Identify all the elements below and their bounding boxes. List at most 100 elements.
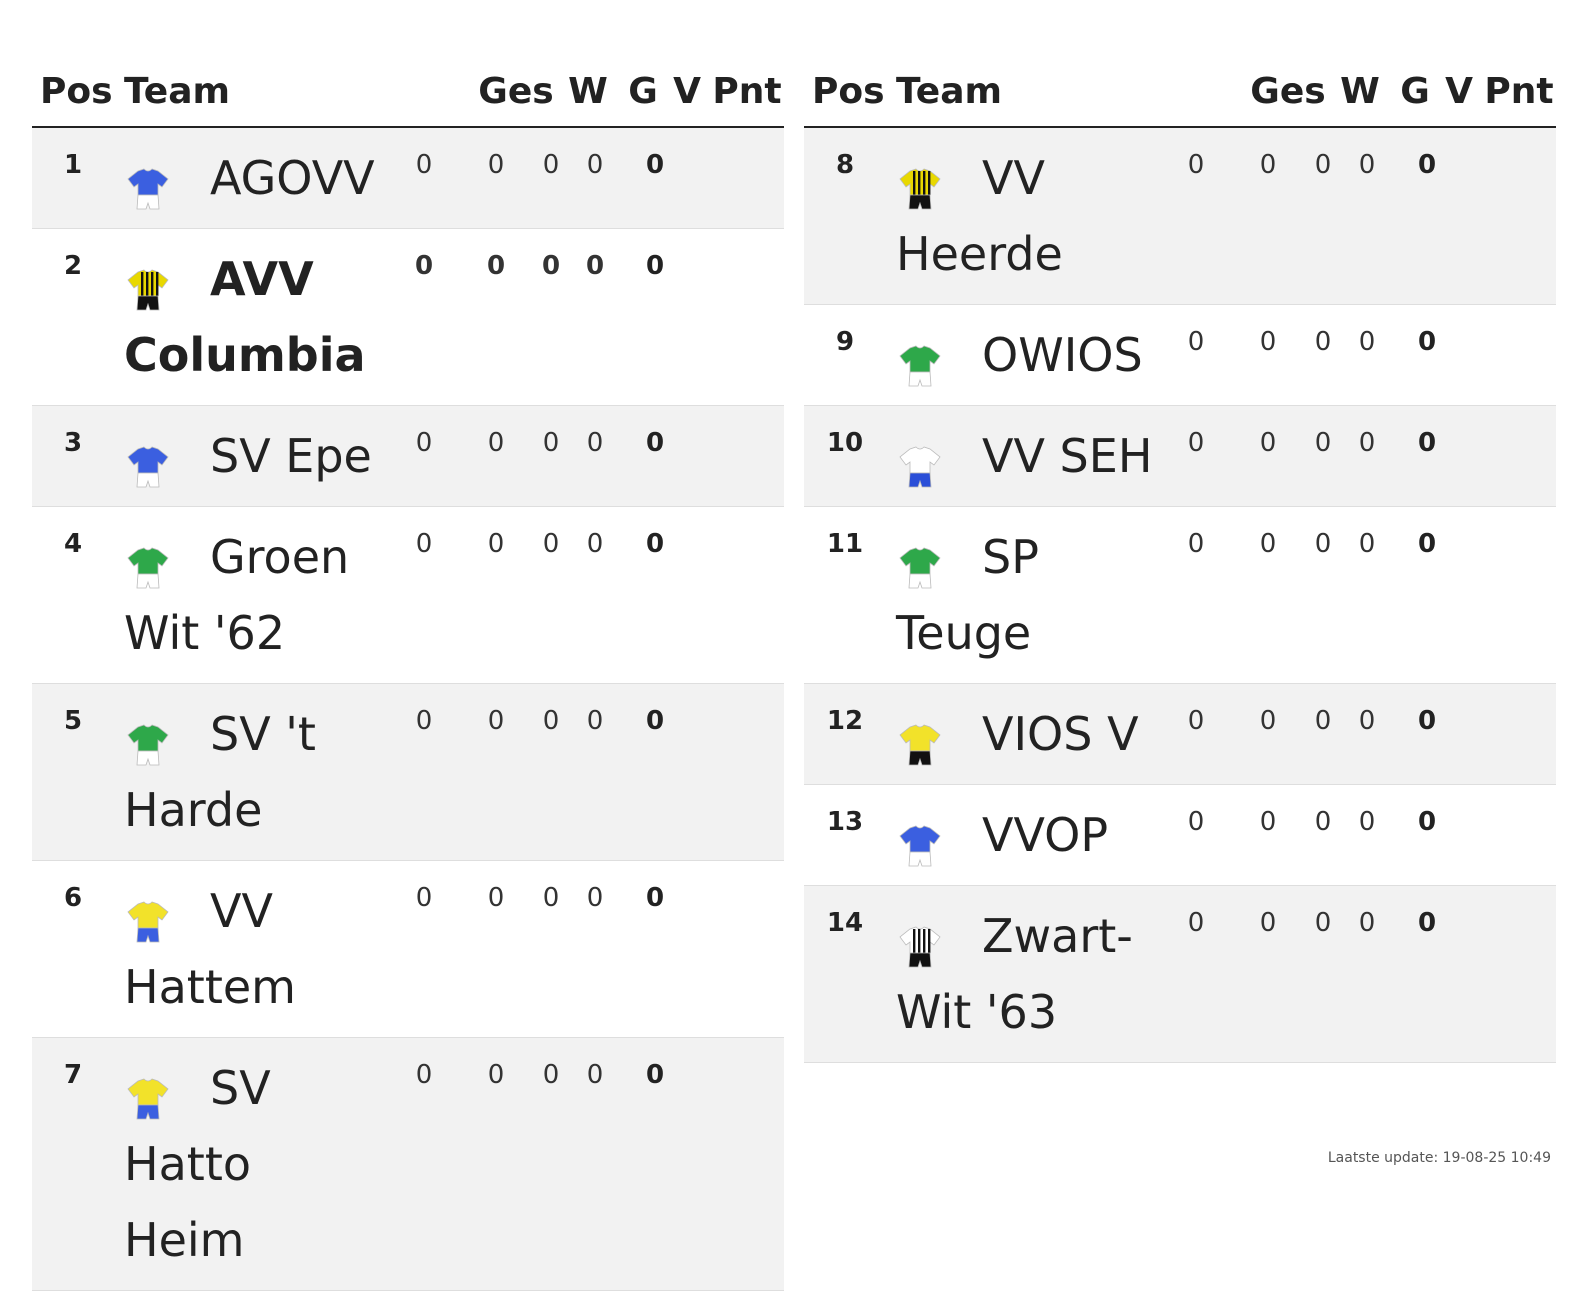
team-cell: VVOP [804,785,1158,885]
table-row[interactable]: 14 Zwart-Wit '63 0 0 0 0 0 [804,886,1556,1063]
table-row[interactable]: 7 SV Hatto Heim 0 0 0 0 0 [32,1038,784,1291]
team-cell: Zwart-Wit '63 [804,886,1158,1062]
header-g: G [1400,71,1430,112]
table-row[interactable]: 2 AVV Columbia 0 0 0 0 0 [32,229,784,406]
w-cell: 0 [486,251,506,281]
g-cell: 0 [542,428,560,458]
team-shirt-icon [896,334,944,386]
w-cell: 0 [1259,327,1277,357]
ges-cell: 0 [1187,807,1205,837]
g-cell: 0 [542,883,560,913]
w-cell: 0 [1259,706,1277,736]
table-row[interactable]: 10 VV SEH 0 0 0 0 0 [804,406,1556,507]
team-shirt-icon [896,536,944,588]
table-row[interactable]: 13 VVOP 0 0 0 0 0 [804,785,1556,886]
team-shirt-icon [124,157,172,209]
pnt-cell: 0 [645,428,665,458]
pnt-cell: 0 [645,883,665,913]
team-shirt-icon [896,157,944,209]
pnt-cell: 0 [1417,529,1437,559]
team-shirt-icon [896,915,944,967]
team-name: VIOS V [982,707,1139,761]
pnt-cell: 0 [645,529,665,559]
g-cell: 0 [1314,807,1332,837]
table-row[interactable]: 3 SV Epe 0 0 0 0 0 [32,406,784,507]
header-pnt: Pnt [1484,71,1554,112]
ges-cell: 0 [1187,428,1205,458]
team-cell: VV Hattem [32,861,386,1037]
w-cell: 0 [487,150,505,180]
header-w: W [1340,71,1380,112]
ges-cell: 0 [1187,529,1205,559]
w-cell: 0 [487,706,505,736]
team-name: VVOP [982,808,1109,862]
header-pos: Pos [812,71,885,112]
standings-table-right: Pos Team Ges W G V Pnt 8 VV Heerde 0 0 0 0 0 9 O… [804,58,1556,1063]
team-shirt-icon [124,536,172,588]
table-row[interactable]: 9 OWIOS 0 0 0 0 0 [804,305,1556,406]
table-header: Pos Team Ges W G V Pnt [804,58,1556,128]
ges-cell: 0 [415,1060,433,1090]
team-cell: SV Hatto Heim [32,1038,386,1290]
w-cell: 0 [1259,529,1277,559]
w-cell: 0 [1259,150,1277,180]
team-shirt-icon [124,258,172,310]
team-shirt-icon [896,814,944,866]
pnt-cell: 0 [1417,327,1437,357]
ges-cell: 0 [1187,327,1205,357]
team-cell: AVV Columbia [32,229,386,405]
pnt-cell: 0 [645,706,665,736]
w-cell: 0 [487,529,505,559]
g-cell: 0 [542,706,560,736]
v-cell: 0 [585,251,605,281]
g-cell: 0 [542,529,560,559]
team-cell: VV SEH [804,406,1158,506]
team-cell: VIOS V [804,684,1158,784]
header-pnt: Pnt [712,71,782,112]
v-cell: 0 [586,1060,604,1090]
ges-cell: 0 [415,428,433,458]
v-cell: 0 [1358,706,1376,736]
w-cell: 0 [487,1060,505,1090]
pnt-cell: 0 [1417,150,1437,180]
table-row[interactable]: 8 VV Heerde 0 0 0 0 0 [804,128,1556,305]
g-cell: 0 [1314,706,1332,736]
ges-cell: 0 [1187,908,1205,938]
header-pos: Pos [40,71,113,112]
header-team: Team [896,71,1002,112]
ges-cell: 0 [1187,706,1205,736]
ges-cell: 0 [415,150,433,180]
team-name: VV SEH [982,429,1153,483]
table-row[interactable]: 11 SP Teuge 0 0 0 0 0 [804,507,1556,684]
team-cell: SV Epe [32,406,386,506]
table-row[interactable]: 4 Groen Wit '62 0 0 0 0 0 [32,507,784,684]
v-cell: 0 [586,883,604,913]
team-shirt-icon [896,435,944,487]
table-row[interactable]: 1 AGOVV 0 0 0 0 0 [32,128,784,229]
header-v: V [673,71,701,112]
table-row[interactable]: 6 VV Hattem 0 0 0 0 0 [32,861,784,1038]
v-cell: 0 [586,150,604,180]
team-cell: Groen Wit '62 [32,507,386,683]
team-name: OWIOS [982,328,1143,382]
v-cell: 0 [1358,529,1376,559]
w-cell: 0 [487,883,505,913]
table-row[interactable]: 12 VIOS V00000 [804,684,1556,785]
v-cell: 0 [1358,908,1376,938]
pnt-cell: 0 [1417,428,1437,458]
team-cell: AGOVV [32,128,386,228]
ges-cell: 0 [415,529,433,559]
team-name: AGOVV [210,151,375,205]
w-cell: 0 [487,428,505,458]
table-row[interactable]: 5 SV 't Harde 0 0 0 0 0 [32,684,784,861]
header-ges: Ges [478,71,554,112]
v-cell: 0 [1358,807,1376,837]
team-cell: SP Teuge [804,507,1158,683]
table-header: Pos Team Ges W G V Pnt [32,58,784,128]
team-shirt-icon [124,435,172,487]
g-cell: 0 [1314,428,1332,458]
w-cell: 0 [1259,428,1277,458]
team-shirt-icon [124,890,172,942]
v-cell: 0 [586,706,604,736]
team-shirt-icon [124,713,172,765]
